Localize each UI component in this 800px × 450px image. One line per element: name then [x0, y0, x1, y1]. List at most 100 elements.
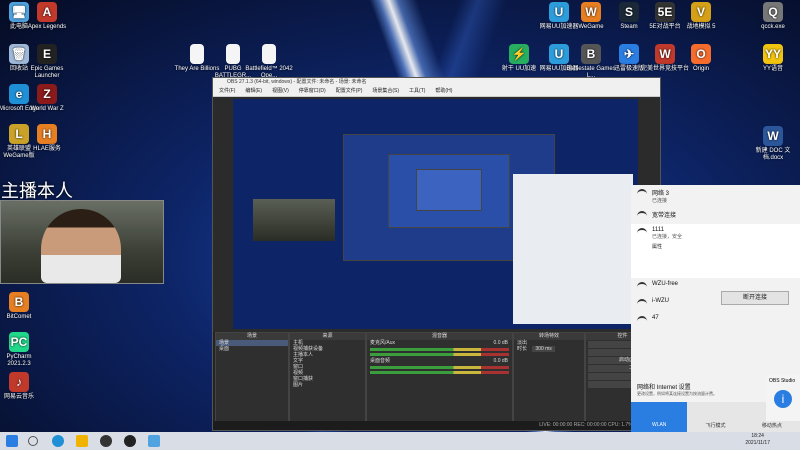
- taskbar: 18:24 2021/11/17: [0, 432, 800, 450]
- desktop-icon-label: PyCharm 2021.2.3: [6, 354, 32, 367]
- desktop-icon-label: 射干 UU加速: [501, 66, 537, 72]
- nested-preview-3: [416, 169, 482, 211]
- menu-item[interactable]: 帮助(H): [435, 87, 452, 96]
- channel-db: 0.0 dB: [493, 358, 508, 364]
- menu-item[interactable]: 视图(V): [272, 87, 289, 96]
- network-text: i-WZU: [652, 298, 669, 304]
- obs-title-bar[interactable]: OBS 27.1.3 (64-bit, windows) - 配置文件: 未命名…: [213, 78, 660, 87]
- network-name: 47: [652, 315, 659, 321]
- webcam-overlay: 主播本人: [0, 181, 164, 284]
- app-icon: A: [37, 2, 57, 22]
- desktop-icon[interactable]: PC PyCharm 2021.2.3: [0, 332, 44, 368]
- desktop-icon[interactable]: Z World War Z: [22, 84, 72, 113]
- network-text: 网络 3 已连接: [652, 188, 669, 204]
- desktop-icon[interactable]: E Epic Games Launcher: [22, 44, 72, 80]
- app-icon: 5E: [655, 2, 675, 22]
- desktop-icon[interactable]: W 新建 DOC 文档.docx: [748, 126, 798, 162]
- desktop-icon[interactable]: Qqcck.exe: [748, 2, 798, 31]
- desktop-icon-label: Apex Legends: [27, 24, 67, 30]
- disconnect-button[interactable]: 断开连接: [721, 291, 789, 305]
- desktop-icon[interactable]: A Apex Legends: [22, 2, 72, 31]
- file-explorer-icon[interactable]: [76, 435, 88, 447]
- duration-value[interactable]: 300 ms: [532, 346, 555, 352]
- transitions-dock: 转场特效 淡出 时长 300 ms: [513, 332, 585, 422]
- app-icon: Q: [763, 2, 783, 22]
- desktop-icon[interactable]: V 战地模拟 5: [676, 2, 726, 31]
- properties-link[interactable]: 属性: [652, 243, 682, 250]
- network-name: 网络 3: [652, 191, 670, 197]
- menu-item[interactable]: 工具(T): [409, 87, 425, 96]
- app-icon: ✈: [619, 44, 639, 64]
- app-taskbar-icon[interactable]: [148, 435, 160, 447]
- transitions-header: 转场特效: [514, 333, 584, 340]
- network-name: 宽带连接: [652, 213, 677, 219]
- desktop-icon[interactable]: ♪ 网易云音乐: [0, 372, 44, 401]
- search-icon[interactable]: [28, 436, 38, 446]
- desktop-icon[interactable]: O Origin: [676, 44, 726, 73]
- desktop-icon-label: WeGame: [578, 24, 604, 30]
- desktop-icon-label: 新建 DOC 文档.docx: [755, 148, 791, 161]
- obs-notification[interactable]: OBS Studio i: [766, 375, 800, 421]
- network-item[interactable]: 1111 已连接，安全 属性: [631, 224, 800, 278]
- app-icon: O: [691, 44, 711, 64]
- network-status: 已连接: [652, 198, 668, 204]
- menu-item[interactable]: 编辑(E): [245, 87, 262, 96]
- obs-taskbar-icon[interactable]: [100, 435, 112, 447]
- network-settings-link[interactable]: 网络和 Internet 设置: [637, 382, 691, 391]
- scenes-header: 场景: [216, 333, 288, 340]
- edge-icon[interactable]: [52, 435, 64, 447]
- wifi-icon: [637, 189, 647, 199]
- network-item[interactable]: 47: [631, 312, 800, 329]
- app-icon: ♪: [9, 372, 29, 392]
- taskbar-clock[interactable]: 18:24 2021/11/17: [745, 433, 770, 447]
- network-item[interactable]: 网络 3 已连接: [631, 185, 800, 207]
- preview-network-panel: [513, 174, 633, 324]
- transition-duration-row: 时长 300 ms: [514, 346, 584, 352]
- volume-slider[interactable]: [370, 371, 509, 374]
- source-item[interactable]: 图片: [290, 382, 365, 388]
- obs-preview[interactable]: [233, 99, 638, 329]
- wifi-icon: [637, 211, 647, 221]
- file-icon: [226, 44, 240, 64]
- desktop-icon-label: BitComet: [6, 314, 32, 320]
- menu-item[interactable]: 场景集合(S): [372, 87, 399, 96]
- sources-header: 来源: [290, 333, 365, 340]
- app-icon: E: [37, 44, 57, 64]
- wifi-icon: [637, 282, 647, 292]
- file-icon: [262, 44, 276, 64]
- mixer-channel-row: 桌面音频 0.0 dB: [367, 358, 512, 364]
- network-item[interactable]: 宽带连接: [631, 207, 800, 224]
- desktop-icon-label: 战地模拟 5: [686, 24, 716, 30]
- info-icon: i: [774, 390, 792, 408]
- obs-window[interactable]: OBS 27.1.3 (64-bit, windows) - 配置文件: 未命名…: [212, 77, 661, 431]
- obs-status-bar: LIVE: 00:00:00 REC: 00:00:00 CPU: 1.7%, …: [213, 421, 660, 430]
- obs-taskbar-icon-2[interactable]: [124, 435, 136, 447]
- mixer-channel: 桌面音频 0.0 dB: [367, 358, 512, 374]
- start-icon[interactable]: [6, 435, 18, 447]
- desktop-icon[interactable]: YY YY语音: [748, 44, 798, 73]
- wifi-icon: [637, 299, 647, 309]
- menu-item[interactable]: 文件(F): [219, 87, 235, 96]
- quick-action-tile[interactable]: WLAN: [631, 402, 688, 432]
- volume-slider[interactable]: [370, 353, 509, 356]
- desktop-file-icon[interactable]: Battlefield™ 2042 Ope...: [244, 44, 294, 80]
- menu-item[interactable]: 停靠窗口(D): [299, 87, 326, 96]
- scene-item[interactable]: 桌面: [216, 346, 288, 352]
- quick-action-tile[interactable]: 飞行模式: [687, 402, 744, 432]
- app-icon: V: [691, 2, 711, 22]
- network-text: 1111 已连接，安全 属性: [652, 227, 682, 250]
- network-name: WZU-free: [652, 281, 678, 287]
- app-icon: B: [9, 292, 29, 312]
- mixer-header: 混音器: [367, 333, 512, 340]
- desktop-icon[interactable]: B BitComet: [0, 292, 44, 321]
- channel-db: 0.0 dB: [493, 340, 508, 346]
- desktop-icon-label: 网易云音乐: [3, 394, 34, 400]
- duration-label: 时长: [517, 346, 528, 352]
- toast-app-name: OBS Studio: [769, 378, 796, 384]
- scenes-dock: 场景 场景 桌面: [215, 332, 289, 422]
- desktop-icon[interactable]: H HLAE服务: [22, 124, 72, 153]
- menu-item[interactable]: 配置文件(P): [336, 87, 363, 96]
- desktop-icon-label: HLAE服务: [33, 146, 61, 152]
- app-icon: W: [763, 126, 783, 146]
- channel-name: 桌面音频: [370, 358, 391, 364]
